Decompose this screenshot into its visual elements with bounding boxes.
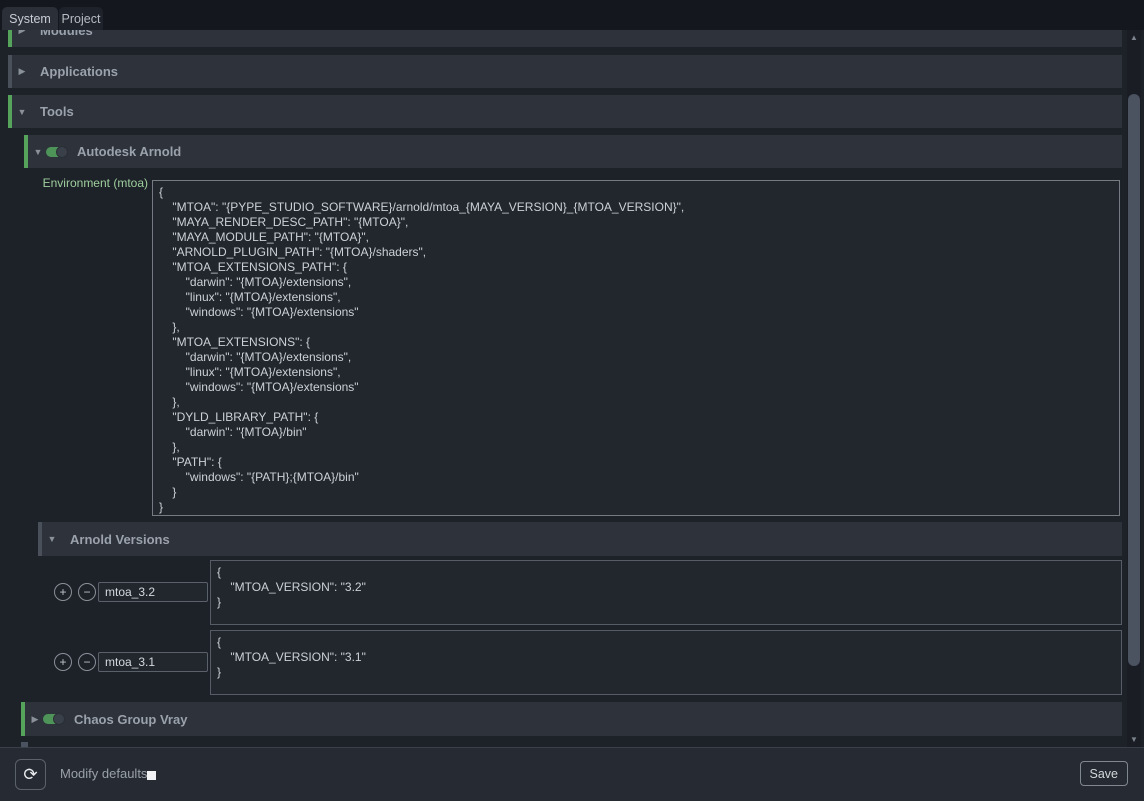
add-version-button-1[interactable]: + <box>54 653 72 671</box>
settings-scroll-area: ▶ Modules ▶ Applications ▼ Tools ▼ Autod… <box>0 30 1144 747</box>
applications-label: Applications <box>40 64 118 79</box>
section-autodesk-arnold[interactable]: ▼ Autodesk Arnold <box>24 135 1122 168</box>
arnold-title: Autodesk Arnold <box>77 144 181 159</box>
tab-bar: System Project <box>0 0 1144 30</box>
tools-expanded-icon: ▼ <box>16 107 28 117</box>
vray-collapsed-icon: ▶ <box>29 714 41 725</box>
vray-enabled-toggle[interactable] <box>43 714 64 724</box>
refresh-button[interactable]: ⟳ <box>15 759 46 790</box>
vertical-scrollbar-thumb[interactable] <box>1128 94 1140 666</box>
arnold-toggle-knob <box>56 146 68 158</box>
environment-mtoa-textarea[interactable]: { "MTOA": "{PYPE_STUDIO_SOFTWARE}/arnold… <box>152 180 1120 516</box>
tools-state-bar <box>8 95 12 128</box>
applications-state-bar <box>8 55 12 88</box>
section-arnold-versions[interactable]: ▼ Arnold Versions <box>38 522 1122 556</box>
arnold-versions-expanded-icon: ▼ <box>46 534 58 544</box>
section-modules[interactable]: ▶ Modules <box>8 30 1122 47</box>
section-applications[interactable]: ▶ Applications <box>8 55 1122 88</box>
section-tools[interactable]: ▼ Tools <box>8 95 1122 128</box>
vray-title: Chaos Group Vray <box>74 712 187 727</box>
scroll-up-icon[interactable]: ▲ <box>1127 31 1141 44</box>
modules-label: Modules <box>40 30 93 38</box>
section-chaos-group-vray[interactable]: ▶ Chaos Group Vray <box>21 702 1122 736</box>
version-value-textarea-1[interactable]: { "MTOA_VERSION": "3.1" } <box>210 630 1122 695</box>
vertical-scrollbar[interactable]: ▲ ▼ <box>1127 30 1141 747</box>
version-key-input-1[interactable] <box>98 652 208 672</box>
remove-version-button-1[interactable]: − <box>78 653 96 671</box>
version-value-textarea-0[interactable]: { "MTOA_VERSION": "3.2" } <box>210 560 1122 625</box>
modify-defaults-checkbox[interactable] <box>147 771 156 780</box>
footer-bar: ⟳ Modify defaults Save <box>0 747 1144 801</box>
environment-mtoa-label: Environment (mtoa) <box>8 176 148 190</box>
save-button[interactable]: Save <box>1080 761 1129 786</box>
arnold-versions-state-bar <box>38 522 42 556</box>
arnold-expanded-icon: ▼ <box>32 147 44 157</box>
arnold-state-bar <box>24 135 28 168</box>
modify-defaults-label: Modify defaults <box>60 766 147 781</box>
arnold-enabled-toggle[interactable] <box>46 147 67 157</box>
remove-version-button-0[interactable]: − <box>78 583 96 601</box>
tab-project[interactable]: Project <box>59 7 103 30</box>
modules-state-bar <box>8 30 12 47</box>
vray-state-bar <box>21 702 25 736</box>
version-key-input-0[interactable] <box>98 582 208 602</box>
settings-window: System Project ▶ Modules ▶ Applications … <box>0 0 1144 801</box>
applications-collapsed-icon: ▶ <box>16 66 28 77</box>
tab-project-label: Project <box>62 12 101 26</box>
modules-collapsed-icon: ▶ <box>16 30 28 36</box>
add-version-button-0[interactable]: + <box>54 583 72 601</box>
tools-label: Tools <box>40 104 74 119</box>
tab-system-label: System <box>9 12 51 26</box>
vray-toggle-knob <box>53 713 65 725</box>
tab-system[interactable]: System <box>2 7 58 30</box>
arnold-versions-title: Arnold Versions <box>70 532 170 547</box>
scroll-down-icon[interactable]: ▼ <box>1127 733 1141 746</box>
